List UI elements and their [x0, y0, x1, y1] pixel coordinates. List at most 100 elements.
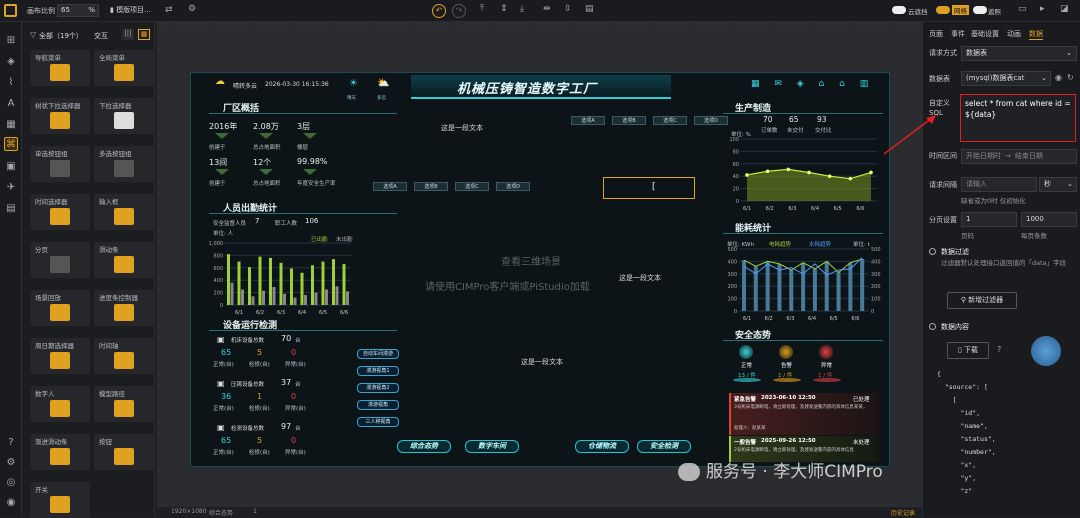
- option-tab[interactable]: 选项C: [653, 116, 687, 125]
- model-icon[interactable]: ✈: [4, 181, 18, 195]
- interval-unit-select[interactable]: 秒 ⌄: [1039, 177, 1077, 192]
- component-card[interactable]: 滑动条: [94, 242, 154, 278]
- align-bottom-icon[interactable]: ⤓: [520, 4, 524, 14]
- component-card[interactable]: 导航菜单: [30, 50, 90, 86]
- component-card[interactable]: 按钮: [94, 434, 154, 470]
- component-card[interactable]: 单选按钮组: [30, 146, 90, 182]
- alert-urgent[interactable]: 紧急告警 2023-06-10 12:50 已处理 3号机床电源断电，请立即处理…: [729, 393, 879, 435]
- property-tab[interactable]: 事件: [951, 29, 965, 39]
- redo-icon[interactable]: ↷: [452, 4, 466, 18]
- list-view-icon[interactable]: |||: [122, 29, 134, 40]
- footer-nav-button[interactable]: 数字车间: [465, 440, 519, 453]
- interval-input[interactable]: 请输入: [961, 177, 1037, 192]
- component-card[interactable]: 树状下拉选择器: [30, 98, 90, 134]
- component-card[interactable]: 周日期选择器: [30, 338, 90, 374]
- option-tab[interactable]: 选项B: [414, 182, 448, 191]
- component-icon[interactable]: ⊞: [4, 34, 18, 48]
- table-icon[interactable]: ▦: [4, 118, 18, 132]
- undo-icon[interactable]: ↶: [432, 4, 446, 18]
- history-link[interactable]: 历史记录: [891, 508, 915, 517]
- scale-input[interactable]: 65%: [57, 4, 99, 17]
- layers-icon[interactable]: ◈: [4, 55, 18, 69]
- component-card[interactable]: 下拉选择器: [94, 98, 154, 134]
- user-icon[interactable]: ◉: [4, 496, 18, 510]
- option-tab[interactable]: 选项C: [455, 182, 489, 191]
- footer-nav-button[interactable]: 仓储物流: [575, 440, 629, 453]
- option-tab[interactable]: 选项A: [373, 182, 407, 191]
- distribute-h-icon[interactable]: ⇹: [543, 4, 551, 14]
- bar-absent: [293, 297, 297, 305]
- grid-toggle[interactable]: [936, 6, 950, 14]
- interact-icon[interactable]: ⌘: [4, 137, 18, 151]
- dashboard-screen[interactable]: 机械压铸智造数字工厂 ☁ 晴转多云 2026-03-30 16:15:36 ☀ …: [190, 72, 890, 467]
- component-card[interactable]: 时间轴: [94, 338, 154, 374]
- media-icon[interactable]: ▣: [4, 160, 18, 174]
- text-icon[interactable]: A: [4, 97, 18, 111]
- help-icon[interactable]: ?: [997, 345, 1001, 354]
- gear-icon[interactable]: ⚙: [188, 4, 196, 14]
- tab-interact[interactable]: 交互: [94, 31, 108, 41]
- property-tab[interactable]: 动画: [1007, 29, 1021, 39]
- component-card[interactable]: 全局菜单: [94, 50, 154, 86]
- file-icon[interactable]: ▤: [4, 202, 18, 216]
- preview-icon[interactable]: ▭: [1018, 4, 1027, 14]
- save-icon[interactable]: ◪: [1060, 4, 1069, 14]
- help-icon[interactable]: ?: [4, 436, 18, 450]
- distribute-v-icon[interactable]: ⇳: [564, 4, 572, 14]
- view-button[interactable]: 自动车间漫游: [357, 349, 399, 359]
- mask-toggle[interactable]: [973, 6, 987, 14]
- view-button[interactable]: 三人称视角: [357, 417, 399, 427]
- component-card[interactable]: 分页: [30, 242, 90, 278]
- page-input[interactable]: 1: [961, 212, 1017, 227]
- option-tab[interactable]: 选项A: [571, 116, 605, 125]
- option-tab[interactable]: 选项D: [694, 116, 728, 125]
- component-card[interactable]: 输入框: [94, 194, 154, 230]
- globe-icon[interactable]: ◎: [4, 476, 18, 490]
- property-tab[interactable]: 基础设置: [971, 29, 999, 39]
- component-card[interactable]: 多选按钮组: [94, 146, 154, 182]
- footer-nav-button[interactable]: 安全检测: [637, 440, 691, 453]
- source-select[interactable]: (mysql)数据表cat ⌄: [961, 71, 1051, 86]
- settings-icon[interactable]: ⚙: [4, 456, 18, 470]
- property-tab[interactable]: 页面: [929, 29, 943, 39]
- component-card[interactable]: 开关: [30, 482, 90, 518]
- footer-nav-button[interactable]: 综合态势: [397, 440, 451, 453]
- swap-icon[interactable]: ⇄: [165, 5, 173, 15]
- add-filter-button[interactable]: ⚲ 新增过滤器: [947, 292, 1017, 309]
- component-card[interactable]: 进度条控制器: [94, 290, 154, 326]
- app-logo[interactable]: [4, 4, 17, 17]
- eye-icon[interactable]: ◉: [1055, 73, 1062, 82]
- size-hint: 每页条数: [1021, 232, 1047, 240]
- view-button[interactable]: 漫游视角2: [357, 383, 399, 393]
- view-button[interactable]: 漫游视角: [357, 400, 399, 410]
- layer-icon[interactable]: ▤: [585, 4, 594, 14]
- component-card[interactable]: 场景回放: [30, 290, 90, 326]
- chart-icon[interactable]: ⌇: [4, 76, 18, 90]
- filter-icon[interactable]: ▽: [30, 30, 36, 39]
- cloud-icon[interactable]: ⛅: [377, 78, 389, 89]
- page-size-input[interactable]: 1000: [1021, 212, 1077, 227]
- option-tab[interactable]: 选项B: [612, 116, 646, 125]
- time-range[interactable]: 开始日期时 → 结束日期: [961, 149, 1077, 164]
- sun-icon[interactable]: ☀: [349, 78, 358, 89]
- sql-editor[interactable]: select * from cat where id = ${data}: [960, 94, 1076, 142]
- y-tick-label: 20: [733, 187, 739, 193]
- cloud-toggle[interactable]: [892, 6, 906, 14]
- template-select[interactable]: ▮ 模版项目...: [110, 4, 160, 17]
- req-method-select[interactable]: 数据表 ⌄: [961, 46, 1077, 61]
- component-card[interactable]: 时间选择器: [30, 194, 90, 230]
- download-button[interactable]: ▯ 下载: [947, 342, 989, 359]
- component-card[interactable]: 数字人: [30, 386, 90, 422]
- selected-element[interactable]: [: [603, 177, 695, 199]
- publish-icon[interactable]: ▸: [1040, 4, 1045, 14]
- component-card[interactable]: 渐进滑动条: [30, 434, 90, 470]
- option-tab[interactable]: 选项D: [496, 182, 530, 191]
- component-card[interactable]: 模型路径: [94, 386, 154, 422]
- align-middle-icon[interactable]: ⇕: [500, 4, 508, 14]
- refresh-icon[interactable]: ↻: [1067, 73, 1074, 82]
- view-button[interactable]: 漫游视角1: [357, 366, 399, 376]
- tab-all[interactable]: 全部（19个）: [39, 31, 83, 41]
- property-tab[interactable]: 数据: [1029, 29, 1043, 40]
- align-top-icon[interactable]: ⤒: [480, 4, 484, 14]
- grid-view-icon[interactable]: ▦: [138, 29, 150, 40]
